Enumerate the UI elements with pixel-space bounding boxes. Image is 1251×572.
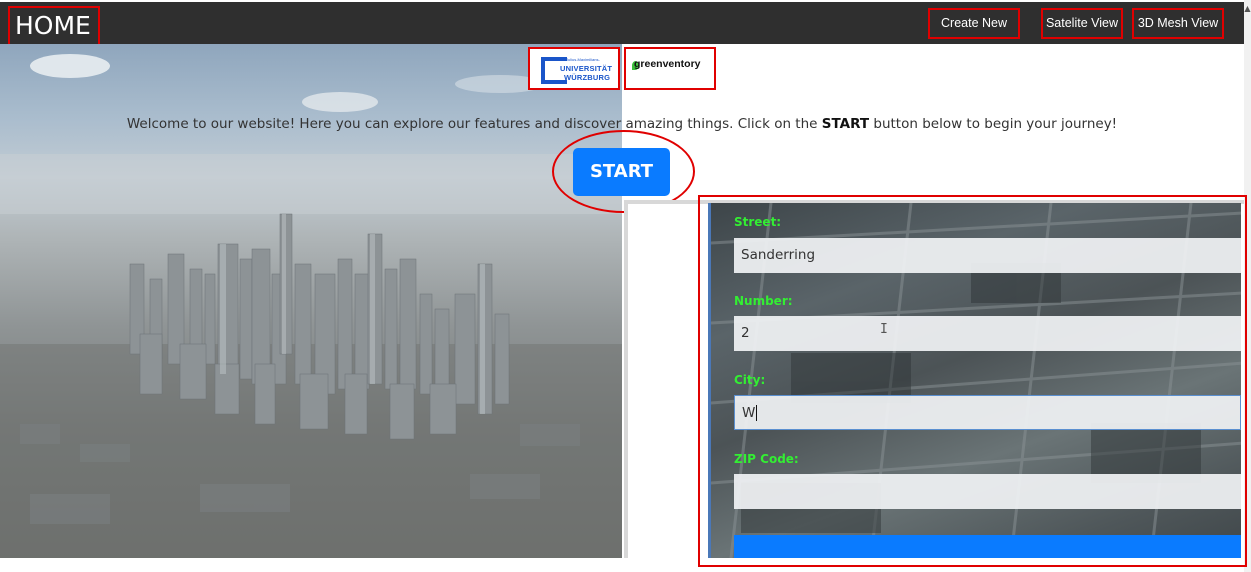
start-button[interactable]: START [573, 148, 670, 196]
welcome-text-before: Welcome to our website! Here you can exp… [126, 116, 822, 132]
welcome-text-after: button below to begin your journey! [869, 116, 1118, 132]
3d-mesh-view-button[interactable]: 3D Mesh View [1132, 8, 1224, 39]
submit-button[interactable] [734, 535, 1241, 558]
create-new-button[interactable]: Create New [928, 8, 1020, 39]
university-wuerzburg-logo: Julius-Maximilians- UNIVERSITÄT WÜRZBURG [528, 47, 620, 90]
scroll-up-arrow-icon[interactable]: ▲ [1244, 4, 1251, 14]
street-input[interactable]: Sanderring [734, 238, 1241, 273]
university-logo-line2: WÜRZBURG [564, 73, 611, 82]
welcome-text-start: START [821, 116, 870, 132]
number-label: Number: [734, 294, 793, 308]
greenventory-logo: greenventory [624, 47, 716, 90]
zip-code-input[interactable] [734, 474, 1241, 509]
number-input[interactable]: 2 [734, 316, 1241, 351]
text-cursor-icon: I [880, 322, 888, 337]
city-input-value: W [742, 405, 756, 421]
satellite-view-button[interactable]: Satelite View [1041, 8, 1123, 39]
city-input[interactable]: W [734, 395, 1241, 430]
street-label: Street: [734, 215, 782, 229]
text-caret [756, 405, 758, 421]
city-label: City: [734, 373, 766, 387]
university-logo-line1: UNIVERSITÄT [560, 64, 613, 73]
zip-code-label: ZIP Code: [734, 452, 799, 466]
university-logo-small-text: Julius-Maximilians- [566, 57, 600, 62]
greenventory-logo-text: greenventory [634, 58, 701, 70]
